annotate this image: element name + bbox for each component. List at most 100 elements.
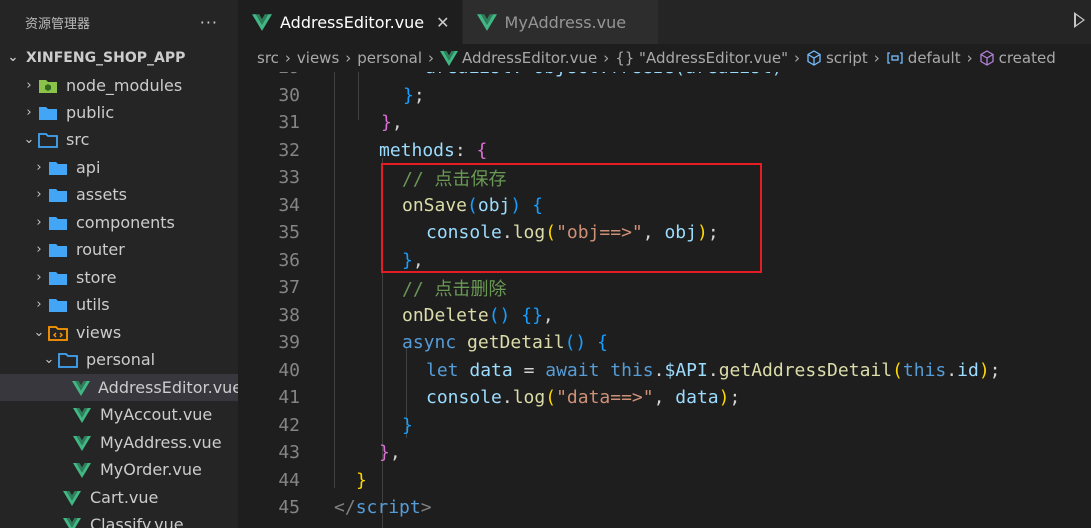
vue-file-icon	[72, 434, 92, 452]
tree-item-address-editor[interactable]: AddressEditor.vue	[0, 374, 238, 401]
tree-item-my-accout[interactable]: MyAccout.vue	[0, 401, 238, 428]
code-text: script	[355, 497, 421, 519]
breadcrumb-file[interactable]: AddressEditor.vue	[462, 49, 597, 67]
code-text: console	[426, 387, 502, 409]
tree-item-cart[interactable]: Cart.vue	[0, 484, 238, 511]
chevron-right-icon: ›	[36, 215, 42, 230]
tree-item-my-address[interactable]: MyAddress.vue	[0, 429, 238, 456]
tree-item-personal[interactable]: ⌄ personal	[0, 346, 238, 373]
breadcrumb-views[interactable]: views	[297, 49, 339, 67]
code-text: await	[545, 359, 600, 381]
breadcrumb: src › views › personal › AddressEditor.v…	[238, 44, 1091, 72]
code-text: let	[426, 359, 459, 381]
chevron-right-icon: ›	[603, 49, 610, 67]
editor-tabs: AddressEditor.vue ✕ MyAddress.vue	[238, 0, 1091, 44]
tree-item-label: MyOrder.vue	[100, 460, 202, 479]
tree-item-utils[interactable]: › utils	[0, 291, 238, 318]
line-number: 34	[278, 194, 300, 216]
chevron-right-icon: ›	[284, 49, 291, 67]
tab-my-address[interactable]: MyAddress.vue	[462, 0, 660, 44]
tree-item-views[interactable]: ⌄ views	[0, 319, 238, 346]
code-text: "data==>"	[556, 387, 654, 409]
tree-item-label: MyAddress.vue	[100, 433, 222, 452]
tree-item-label: router	[76, 240, 125, 259]
code-line: 39 async getDetail() {	[238, 329, 1091, 357]
code-line: 40 let data = await this.$API.getAddress…	[238, 357, 1091, 385]
tree-item-src[interactable]: ⌄ src	[0, 126, 238, 153]
tree-item-label: AddressEditor.vue	[98, 378, 238, 397]
chevron-right-icon: ›	[36, 270, 42, 285]
chevron-right-icon: ›	[793, 49, 800, 67]
line-number: 40	[278, 359, 300, 381]
folder-icon	[48, 241, 68, 259]
views-folder-icon	[48, 324, 68, 342]
highlight-box	[381, 163, 762, 273]
vue-file-icon	[440, 50, 459, 66]
tree-item-components[interactable]: › components	[0, 209, 238, 236]
tree-item-label: MyAccout.vue	[100, 405, 213, 424]
method-cube-icon	[979, 50, 995, 66]
tree-item-label: utils	[76, 295, 110, 314]
tree-item-api[interactable]: › api	[0, 154, 238, 181]
breadcrumb-created[interactable]: created	[999, 49, 1056, 67]
tree-item-assets[interactable]: › assets	[0, 181, 238, 208]
project-root[interactable]: ⌄ XINFENG_SHOP_APP	[0, 44, 238, 71]
vue-file-icon	[62, 489, 82, 507]
node-folder-icon	[38, 77, 58, 95]
tree-item-label: store	[76, 268, 117, 287]
tab-address-editor[interactable]: AddressEditor.vue ✕	[238, 0, 463, 44]
line-number: 33	[278, 167, 300, 189]
folder-icon	[48, 214, 68, 232]
chevron-right-icon: ›	[345, 49, 352, 67]
chevron-down-icon: ⌄	[43, 352, 55, 367]
folder-icon	[48, 296, 68, 314]
line-number: 35	[278, 222, 300, 244]
breadcrumb-personal[interactable]: personal	[357, 49, 422, 67]
chevron-right-icon: ›	[26, 78, 32, 93]
line-number: 41	[278, 387, 300, 409]
tab-label: MyAddress.vue	[504, 12, 627, 32]
breadcrumb-script[interactable]: script	[826, 49, 868, 67]
code-line: 42 }	[238, 412, 1091, 440]
variable-icon	[886, 51, 904, 65]
code-text: this	[902, 359, 947, 381]
tree-item-label: components	[76, 213, 175, 232]
code-editor[interactable]: 29 areaList: Object.freeze(areaList) 30 …	[238, 58, 1091, 528]
line-number: 45	[278, 497, 300, 519]
tree-item-node-modules[interactable]: › node_modules	[0, 72, 238, 99]
explorer-header: 资源管理器 ···	[0, 0, 238, 44]
vue-file-icon	[252, 13, 272, 31]
tree-item-classify[interactable]: Classify.vue	[0, 511, 238, 528]
line-number: 38	[278, 304, 300, 326]
tree-item-my-order[interactable]: MyOrder.vue	[0, 456, 238, 483]
tree-item-label: Classify.vue	[90, 515, 184, 528]
cube-icon	[806, 50, 822, 66]
breadcrumb-src[interactable]: src	[257, 49, 279, 67]
tree-item-label: api	[76, 158, 101, 177]
more-actions-icon[interactable]: ···	[200, 13, 218, 32]
vue-file-icon	[476, 13, 497, 31]
code-line: 32 methods: {	[238, 137, 1091, 165]
code-text: id	[957, 359, 979, 381]
code-text: async	[402, 332, 457, 354]
code-line: 44 }	[238, 467, 1091, 495]
chevron-right-icon: ›	[873, 49, 880, 67]
line-number: 44	[278, 469, 300, 491]
breadcrumb-component[interactable]: {} "AddressEditor.vue"	[615, 49, 788, 67]
chevron-right-icon: ›	[36, 160, 42, 175]
tree-item-store[interactable]: › store	[0, 264, 238, 291]
folder-icon	[48, 186, 68, 204]
run-icon[interactable]	[1074, 12, 1085, 28]
code-text: methods	[379, 139, 455, 161]
code-text: log	[512, 387, 546, 409]
close-icon[interactable]: ✕	[436, 13, 449, 32]
breadcrumb-default[interactable]: default	[908, 49, 961, 67]
chevron-right-icon: ›	[36, 297, 42, 312]
project-root-label: XINFENG_SHOP_APP	[26, 49, 186, 66]
code-line: 41 console.log("data==>", data);	[238, 384, 1091, 412]
tree-item-public[interactable]: › public	[0, 99, 238, 126]
chevron-right-icon: ›	[428, 49, 435, 67]
code-line: 31 },	[238, 109, 1091, 137]
code-line: 37 // 点击删除	[238, 274, 1091, 302]
tree-item-router[interactable]: › router	[0, 236, 238, 263]
